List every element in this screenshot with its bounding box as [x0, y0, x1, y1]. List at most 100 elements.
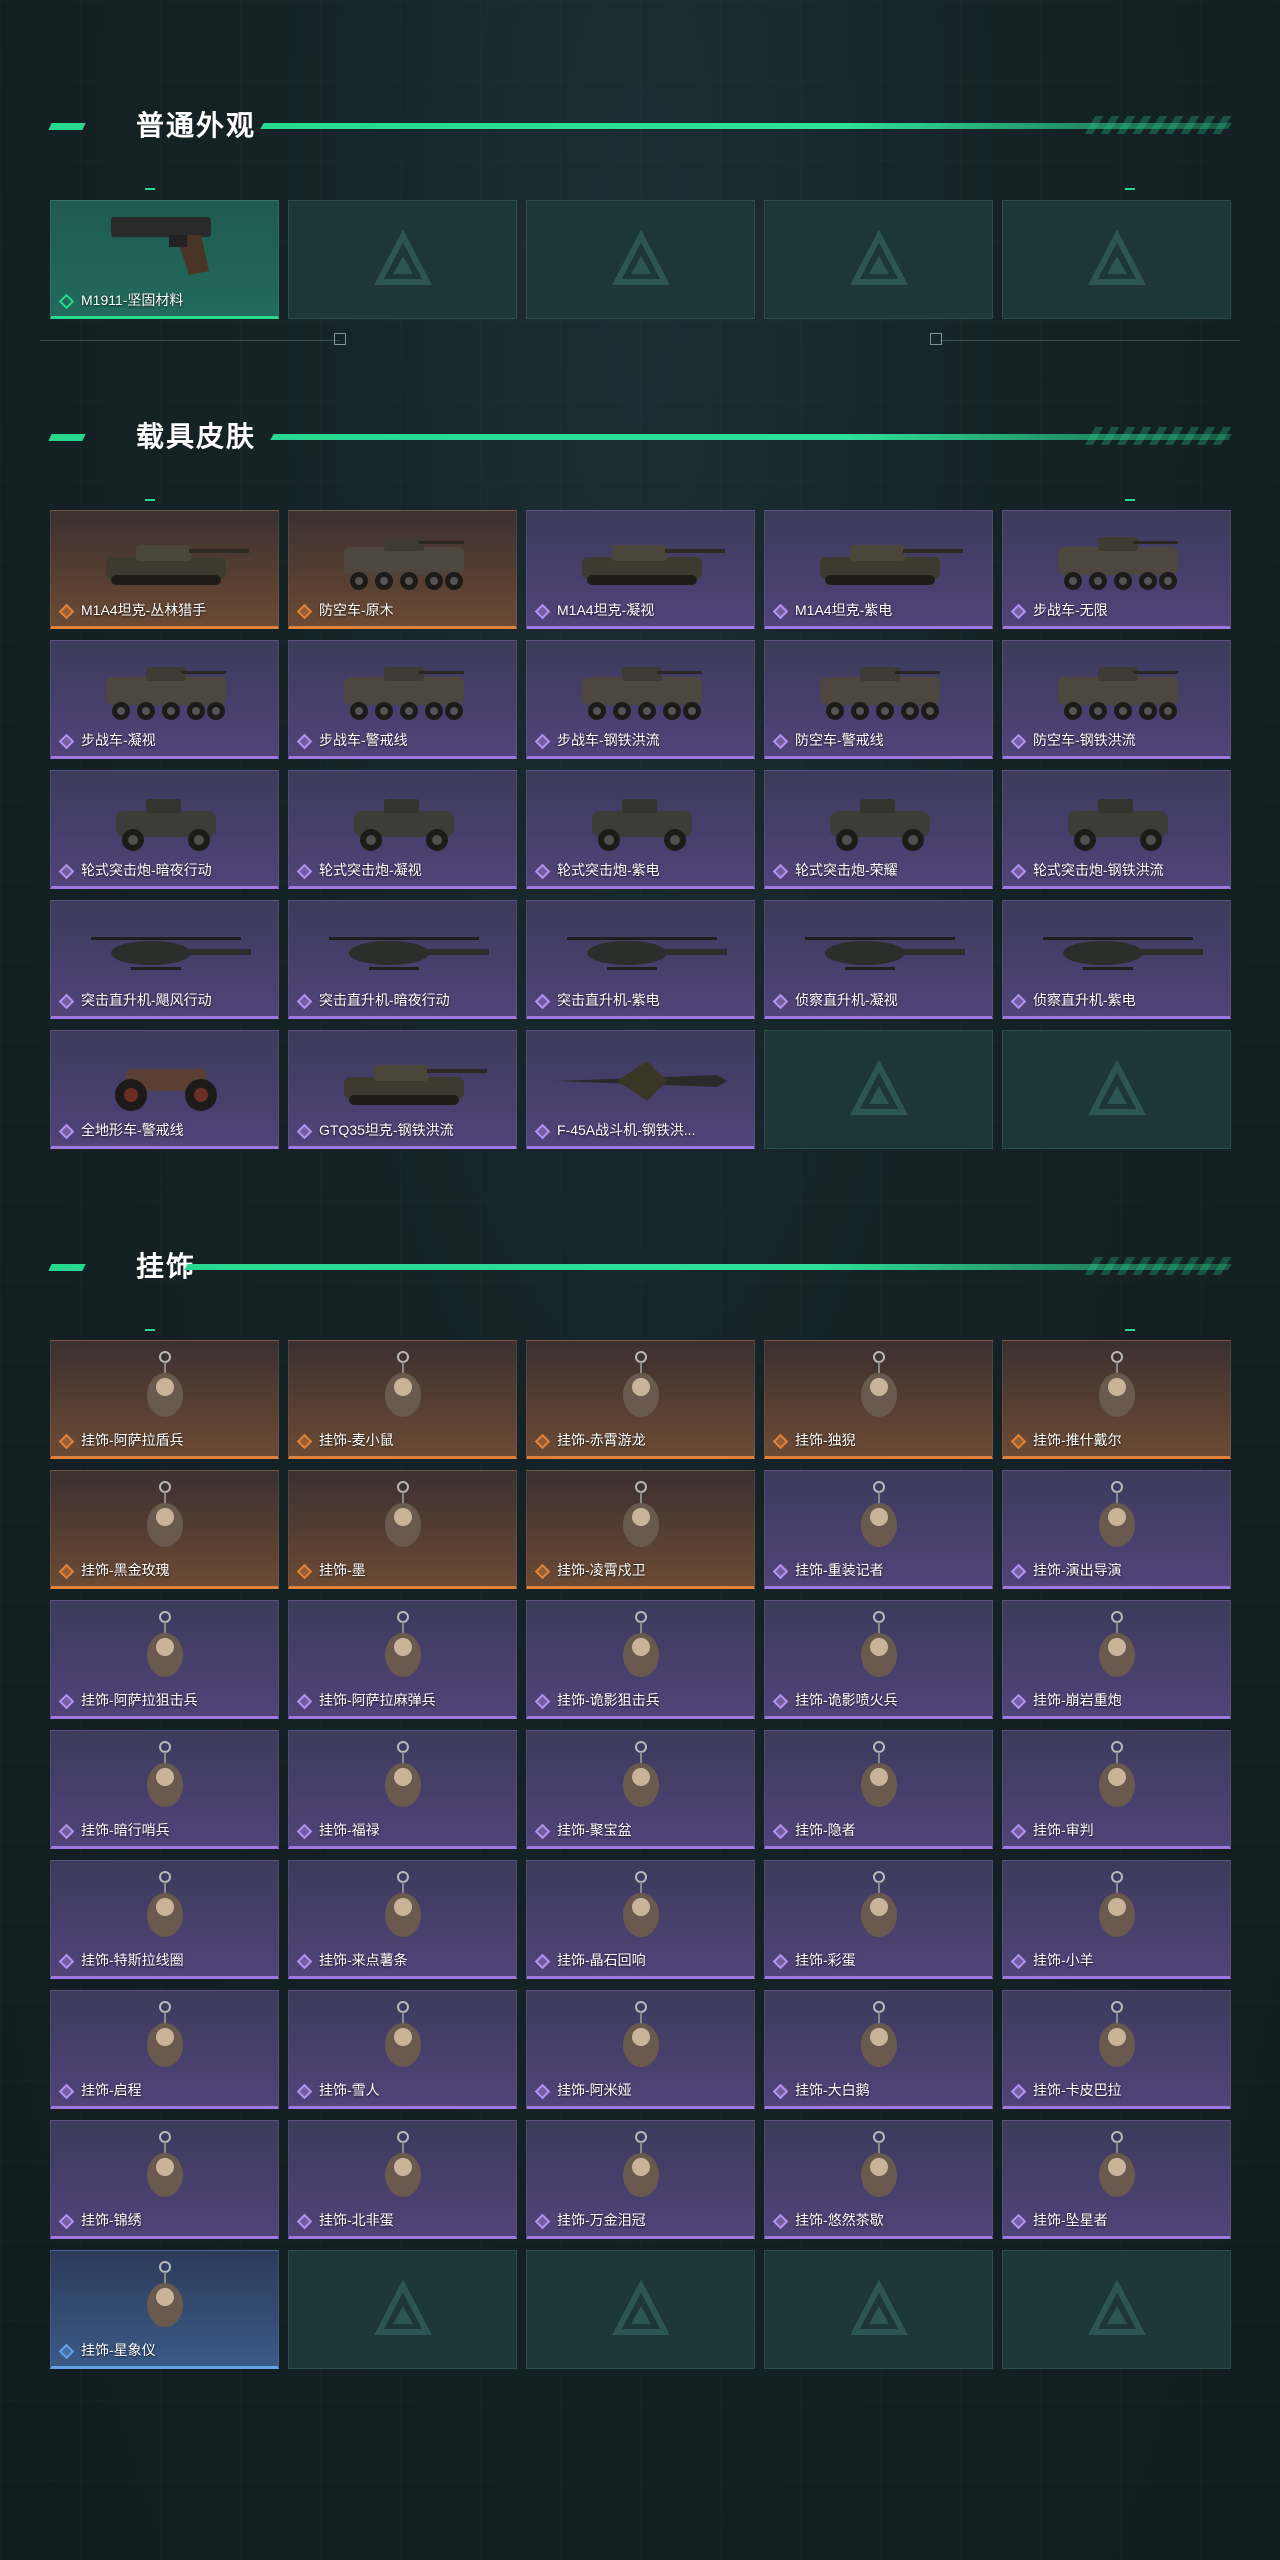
- item-label: M1A4坦克-紫电: [795, 602, 893, 618]
- item-card[interactable]: 挂饰-雪人: [288, 1990, 517, 2109]
- item-art: [1003, 1867, 1230, 1951]
- item-card[interactable]: 侦察直升机-凝视: [764, 900, 993, 1019]
- item-art: [51, 777, 278, 861]
- empty-slot: [288, 2250, 517, 2369]
- item-card[interactable]: M1911-坚固材料: [50, 200, 279, 319]
- item-card[interactable]: 挂饰-启程: [50, 1990, 279, 2109]
- item-card[interactable]: M1A4坦克-丛林猎手: [50, 510, 279, 629]
- empty-slot: [764, 1030, 993, 1149]
- item-label: 挂饰-赤霄游龙: [557, 1432, 646, 1448]
- item-card[interactable]: 轮式突击炮-紫电: [526, 770, 755, 889]
- item-card[interactable]: 挂饰-重装记者: [764, 1470, 993, 1589]
- item-art: [765, 907, 992, 991]
- section-title: 载具皮肤: [136, 421, 257, 452]
- item-label: 挂饰-墨: [319, 1562, 366, 1578]
- charm-icon: [385, 1351, 421, 1417]
- item-art: [1003, 647, 1230, 731]
- item-card[interactable]: F-45A战斗机-钢铁洪...: [526, 1030, 755, 1149]
- item-card[interactable]: 挂饰-审判: [1002, 1730, 1231, 1849]
- item-card[interactable]: 挂饰-聚宝盆: [526, 1730, 755, 1849]
- item-card[interactable]: 挂饰-彩蛋: [764, 1860, 993, 1979]
- item-card[interactable]: 轮式突击炮-荣耀: [764, 770, 993, 889]
- tank-icon: [582, 545, 725, 585]
- item-card[interactable]: 挂饰-来点薯条: [288, 1860, 517, 1979]
- hud-marker-left: [334, 333, 346, 345]
- item-art: [289, 1347, 516, 1431]
- item-label: 侦察直升机-紫电: [1033, 992, 1136, 1008]
- item-card[interactable]: 轮式突击炮-钢铁洪流: [1002, 770, 1231, 889]
- item-card[interactable]: 侦察直升机-紫电: [1002, 900, 1231, 1019]
- header-tick-left: [145, 1329, 155, 1331]
- item-card[interactable]: 挂饰-晶石回响: [526, 1860, 755, 1979]
- item-card[interactable]: 挂饰-福禄: [288, 1730, 517, 1849]
- item-card[interactable]: 步战车-无限: [1002, 510, 1231, 629]
- item-label: 挂饰-推什戴尔: [1033, 1432, 1122, 1448]
- item-card[interactable]: 挂饰-阿萨拉狙击兵: [50, 1600, 279, 1719]
- item-card[interactable]: 挂饰-麦小鼠: [288, 1340, 517, 1459]
- item-card[interactable]: 防空车-钢铁洪流: [1002, 640, 1231, 759]
- item-card[interactable]: 挂饰-诡影喷火兵: [764, 1600, 993, 1719]
- item-label: 轮式突击炮-暗夜行动: [81, 862, 212, 878]
- item-card[interactable]: 挂饰-阿米娅: [526, 1990, 755, 2109]
- item-card[interactable]: 突击直升机-飓风行动: [50, 900, 279, 1019]
- charm-icon: [147, 1741, 183, 1807]
- heli-icon: [805, 937, 965, 970]
- item-card[interactable]: 步战车-警戒线: [288, 640, 517, 759]
- item-card[interactable]: 轮式突击炮-凝视: [288, 770, 517, 889]
- item-label: GTQ35坦克-钢铁洪流: [319, 1122, 454, 1138]
- item-card[interactable]: 挂饰-推什戴尔: [1002, 1340, 1231, 1459]
- item-card[interactable]: 全地形车-警戒线: [50, 1030, 279, 1149]
- item-card[interactable]: M1A4坦克-凝视: [526, 510, 755, 629]
- item-card[interactable]: 挂饰-黑金玫瑰: [50, 1470, 279, 1589]
- heli-icon: [1043, 937, 1203, 970]
- item-art: [765, 1867, 992, 1951]
- item-card[interactable]: 突击直升机-暗夜行动: [288, 900, 517, 1019]
- item-card[interactable]: 挂饰-赤霄游龙: [526, 1340, 755, 1459]
- item-card[interactable]: 挂饰-隐者: [764, 1730, 993, 1849]
- charm-icon: [1099, 2001, 1135, 2067]
- item-card[interactable]: 挂饰-演出导演: [1002, 1470, 1231, 1589]
- item-card[interactable]: 挂饰-悠然茶歇: [764, 2120, 993, 2239]
- item-card[interactable]: 挂饰-小羊: [1002, 1860, 1231, 1979]
- charm-icon: [385, 2131, 421, 2197]
- item-card[interactable]: 步战车-凝视: [50, 640, 279, 759]
- item-art: [527, 1997, 754, 2081]
- item-card[interactable]: 挂饰-独猊: [764, 1340, 993, 1459]
- item-card[interactable]: 挂饰-阿萨拉麻弹兵: [288, 1600, 517, 1719]
- item-label: 挂饰-独猊: [795, 1432, 856, 1448]
- item-art: [289, 647, 516, 731]
- item-card[interactable]: 挂饰-崩岩重炮: [1002, 1600, 1231, 1719]
- item-card[interactable]: GTQ35坦克-钢铁洪流: [288, 1030, 517, 1149]
- charm-icon: [623, 1481, 659, 1547]
- item-card[interactable]: 挂饰-万金泪冠: [526, 2120, 755, 2239]
- item-card[interactable]: 挂饰-星象仪: [50, 2250, 279, 2369]
- item-card[interactable]: 挂饰-墨: [288, 1470, 517, 1589]
- item-card[interactable]: 挂饰-特斯拉线圈: [50, 1860, 279, 1979]
- jet-icon: [557, 1061, 727, 1101]
- item-card[interactable]: 挂饰-锦绣: [50, 2120, 279, 2239]
- section-title: 普通外观: [136, 110, 257, 141]
- item-card[interactable]: 轮式突击炮-暗夜行动: [50, 770, 279, 889]
- item-label: 防空车-钢铁洪流: [1033, 732, 1136, 748]
- header-accent-dash: [48, 434, 86, 441]
- apc-icon: [820, 667, 940, 720]
- item-card[interactable]: 挂饰-卡皮巴拉: [1002, 1990, 1231, 2109]
- item-art: [51, 2127, 278, 2211]
- item-card[interactable]: 挂饰-诡影狙击兵: [526, 1600, 755, 1719]
- charm-icon: [623, 2131, 659, 2197]
- item-art: [527, 647, 754, 731]
- item-card[interactable]: 挂饰-坠星者: [1002, 2120, 1231, 2239]
- item-card[interactable]: 挂饰-凌霄戍卫: [526, 1470, 755, 1589]
- item-card[interactable]: 防空车-警戒线: [764, 640, 993, 759]
- item-card[interactable]: 挂饰-大白鹅: [764, 1990, 993, 2109]
- item-card[interactable]: 挂饰-阿萨拉盾兵: [50, 1340, 279, 1459]
- item-card[interactable]: 挂饰-暗行哨兵: [50, 1730, 279, 1849]
- heli-icon: [91, 937, 251, 970]
- item-card[interactable]: 突击直升机-紫电: [526, 900, 755, 1019]
- item-card[interactable]: 步战车-钢铁洪流: [526, 640, 755, 759]
- item-label: 挂饰-彩蛋: [795, 1952, 856, 1968]
- item-card[interactable]: 防空车-原木: [288, 510, 517, 629]
- charm-icon: [385, 1871, 421, 1937]
- item-card[interactable]: 挂饰-北非蛋: [288, 2120, 517, 2239]
- item-card[interactable]: M1A4坦克-紫电: [764, 510, 993, 629]
